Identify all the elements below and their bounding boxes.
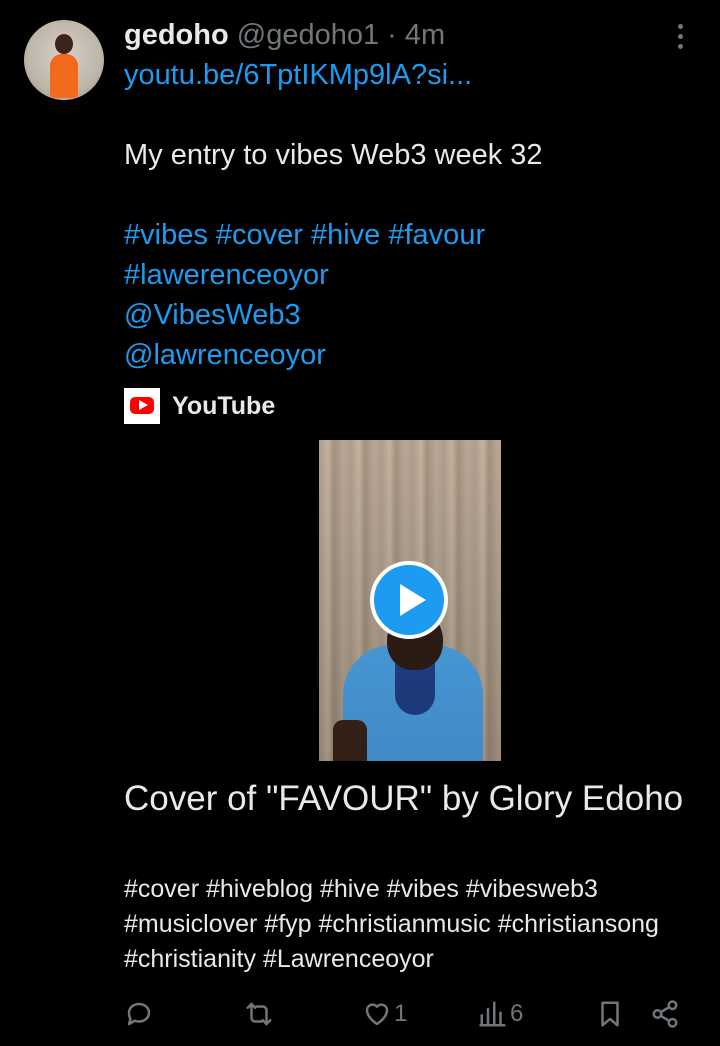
avatar-head: [55, 34, 73, 54]
play-icon[interactable]: [370, 561, 448, 639]
post-link[interactable]: youtu.be/6TptIKMp9lA?si...: [124, 57, 472, 93]
separator-dot: ·: [387, 19, 397, 51]
reply-button[interactable]: [124, 994, 154, 1034]
card-source-name: YouTube: [172, 391, 276, 420]
views-icon: [479, 1001, 506, 1027]
like-button[interactable]: 1: [362, 994, 407, 1034]
hashtags-line-2[interactable]: #lawerenceoyor: [124, 257, 329, 293]
views-button[interactable]: 6: [478, 994, 523, 1034]
repost-icon: [246, 1002, 272, 1026]
card-source[interactable]: YouTube: [124, 388, 275, 424]
card-title[interactable]: Cover of "FAVOUR" by Glory Edoho: [124, 776, 684, 822]
mention-vibesweb3[interactable]: @VibesWeb3: [124, 297, 301, 333]
reply-icon: [127, 1002, 151, 1026]
share-icon: [652, 1000, 678, 1028]
share-button[interactable]: [650, 994, 680, 1034]
card-description: #cover #hiveblog #hive #vibes #vibesweb3…: [124, 875, 659, 973]
avatar-dress: [50, 54, 78, 98]
hashtags-line-1[interactable]: #vibes #cover #hive #favour: [124, 217, 485, 253]
like-count: 1: [394, 1000, 408, 1027]
author-name[interactable]: gedoho: [124, 19, 229, 51]
post-time[interactable]: 4m: [405, 19, 445, 51]
mention-lawrenceoyor[interactable]: @lawrenceoyor: [124, 337, 326, 373]
author-handle[interactable]: @gedoho1: [237, 19, 379, 51]
more-vertical-icon[interactable]: [666, 20, 694, 52]
views-count: 6: [510, 1000, 524, 1027]
post-header: gedoho @gedoho1 · 4m: [124, 17, 445, 53]
bookmark-button[interactable]: [595, 994, 625, 1034]
avatar[interactable]: [24, 20, 104, 100]
repost-button[interactable]: [244, 994, 274, 1034]
heart-icon: [365, 1003, 389, 1026]
bookmark-icon: [601, 1001, 619, 1027]
action-bar: 1 6: [0, 994, 720, 1034]
post-text: My entry to vibes Web3 week 32: [124, 139, 543, 171]
youtube-icon: [124, 388, 160, 424]
